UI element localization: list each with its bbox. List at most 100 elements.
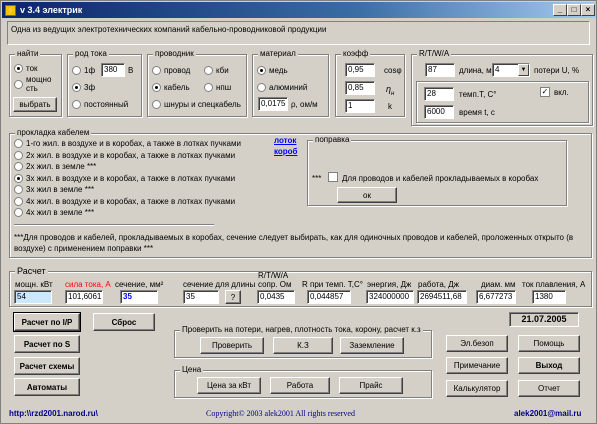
laying-option-radio[interactable]: 4х жил в земле *** <box>14 208 94 217</box>
laying-option-label: 1-го жил. в воздухе и в коробах, а также… <box>26 139 241 148</box>
r-temp-output: 0,044857 <box>307 290 351 304</box>
price-list-button[interactable]: Прайс <box>339 377 403 394</box>
date-display: 21.07.2005 <box>509 312 579 327</box>
calculator-button[interactable]: Калькулятор <box>446 380 508 397</box>
k-label: k <box>388 102 392 111</box>
laying-option-radio[interactable]: 1-го жил. в воздухе и в коробах, а также… <box>14 139 241 148</box>
rho-label: ρ, ом/м <box>291 100 318 109</box>
power-input[interactable]: 54 <box>14 290 52 304</box>
time-input[interactable]: 6000 <box>424 105 454 119</box>
laying-option-radio[interactable]: 2х жил. в воздухе и в коробах, а также в… <box>14 150 236 160</box>
report-button[interactable]: Отчет <box>518 380 580 397</box>
diameter-output: 6,677273 <box>476 290 516 304</box>
tray-link[interactable]: лоток <box>274 136 296 145</box>
main-window: ⚡ v 3.4 электрик _ □ × Одна из ведущих э… <box>0 0 597 424</box>
temperature-input[interactable]: 28 <box>424 87 454 101</box>
loss-label: потери U, % <box>534 66 580 75</box>
r-temp-label: R при темп. Т,С° <box>302 280 363 289</box>
voltage-input[interactable]: 380 <box>101 63 125 77</box>
resistance-output: 0,0435 <box>257 290 295 304</box>
calc-ip-button[interactable]: Расчет по I/P <box>13 312 81 332</box>
find-current-radio[interactable]: ток <box>14 64 38 73</box>
laying-option-radio[interactable]: 2х жил. в земле *** <box>14 162 96 171</box>
verify-button[interactable]: Проверить <box>200 337 264 354</box>
copyright-text: Copyright© 2003 alek2001 All rights rese… <box>206 409 355 418</box>
email-link[interactable]: alek2001@mail.ru <box>514 409 581 418</box>
npsh-radio[interactable]: нпш <box>204 83 231 92</box>
laying-option-radio[interactable]: 4х жил. в воздухе и в коробах, а также в… <box>14 196 235 206</box>
rtwa-inner-box: 28 темп.Т, С° ✓ вкл. 6000 время t, с <box>416 81 589 123</box>
temperature-label: темп.Т, С° <box>459 90 497 99</box>
power-label: мощн. кВт <box>15 280 53 289</box>
select-button[interactable]: выбрать <box>13 97 57 112</box>
check-group: Проверить на потери, нагрев, плотность т… <box>174 325 432 358</box>
cable-radio[interactable]: кабель <box>152 83 190 92</box>
box-link[interactable]: короб <box>274 147 298 156</box>
eta-input[interactable]: 0,85 <box>345 81 375 95</box>
laying-group: прокладка кабелем 1-го жил. в воздухе и … <box>9 128 592 258</box>
price-per-kw-button[interactable]: Цена за кВт <box>197 377 261 394</box>
voltage-unit: В <box>128 66 134 75</box>
laying-option-label: 2х жил. в земле *** <box>26 162 97 171</box>
cords-radio[interactable]: шнуры и спецкабель <box>152 100 241 109</box>
banner-text: Одна из ведущих электротехнических компа… <box>11 25 327 34</box>
short-circuit-button[interactable]: К.З <box>273 337 333 354</box>
exit-button[interactable]: Выход <box>518 357 580 374</box>
energy-output: 324000000 <box>366 290 414 304</box>
work-button[interactable]: Работа <box>270 377 330 394</box>
conductor-title: проводник <box>153 49 196 58</box>
divider <box>14 224 214 226</box>
calc-schemes-button[interactable]: Расчет схемы <box>14 357 80 375</box>
automats-button[interactable]: Автоматы <box>14 378 80 396</box>
calc-group: Расчет мощн. кВт 54 сила тока, А 101,606… <box>9 266 592 307</box>
section-output: 35 <box>120 290 158 304</box>
section-length-label: сечение для длины <box>183 280 256 289</box>
correction-checkbox[interactable] <box>328 172 338 182</box>
rtwa-title: R/T/W/A <box>417 49 452 58</box>
calc-s-button[interactable]: Расчет по S <box>14 335 80 353</box>
cosphi-label: cosφ <box>384 66 402 75</box>
material-group: материал медь алюминий 0,0175 ρ, ом/м <box>252 49 329 117</box>
section-length-output: 35 <box>183 290 219 304</box>
single-phase-radio[interactable]: 1ф <box>72 66 95 75</box>
chevron-down-icon[interactable]: ▼ <box>518 64 529 76</box>
correction-ok-button[interactable]: ок <box>337 187 397 203</box>
work-label: работа, Дж <box>418 280 459 289</box>
find-power-radio[interactable]: мощно сть <box>14 75 59 93</box>
website-link[interactable]: http:\\rzd2001.narod.ru\ <box>9 409 98 418</box>
close-button[interactable]: × <box>581 4 595 16</box>
aluminium-radio[interactable]: алюминий <box>257 83 307 92</box>
copper-radio[interactable]: медь <box>257 66 288 75</box>
wire-radio[interactable]: провод <box>152 66 190 75</box>
reset-button[interactable]: Сброс <box>93 313 155 331</box>
current-output: 101,6061 <box>65 290 103 304</box>
correction-mark: *** <box>312 174 322 183</box>
electrical-safety-button[interactable]: Эл.безоп <box>446 335 508 352</box>
melt-current-label: ток плавления, А <box>522 280 586 289</box>
loss-select[interactable]: 4 ▼ <box>492 63 530 77</box>
minimize-button[interactable]: _ <box>553 4 567 16</box>
rho-input[interactable]: 0,0175 <box>258 97 288 111</box>
laying-option-label: 2х жил. в воздухе и в коробах, а также в… <box>26 150 236 160</box>
diameter-label: диам. мм <box>481 280 516 289</box>
k-input[interactable]: 1 <box>345 99 375 113</box>
laying-option-radio[interactable]: 3х жил в земле *** <box>14 185 94 194</box>
correction-title: поправка <box>313 135 352 144</box>
check-title: Проверить на потери, нагрев, плотность т… <box>180 325 423 334</box>
help-question-button[interactable]: ? <box>225 290 241 304</box>
help-button[interactable]: Помощь <box>518 335 580 352</box>
kbi-radio[interactable]: кби <box>204 66 229 75</box>
laying-option-radio[interactable]: 3х жил. в воздухе и в коробах, а также в… <box>14 173 235 183</box>
maximize-button[interactable]: □ <box>567 4 581 16</box>
grounding-button[interactable]: Заземление <box>340 337 404 354</box>
note-button[interactable]: Примечание <box>446 357 508 374</box>
coef-group: коэфф 0,95 cosφ 0,85 ηн 1 k <box>335 49 405 117</box>
energy-label: энергия, Дж <box>367 280 412 289</box>
length-input[interactable]: 87 <box>425 63 455 77</box>
three-phase-radio[interactable]: 3ф <box>72 83 95 92</box>
dc-radio[interactable]: постоянный <box>72 100 128 109</box>
cosphi-input[interactable]: 0,95 <box>345 63 375 77</box>
laying-note: ***Для проводов и кабелей, прокладываемы… <box>14 233 574 253</box>
enable-checkbox[interactable]: ✓ <box>540 87 550 97</box>
eta-label: ηн <box>386 84 395 97</box>
